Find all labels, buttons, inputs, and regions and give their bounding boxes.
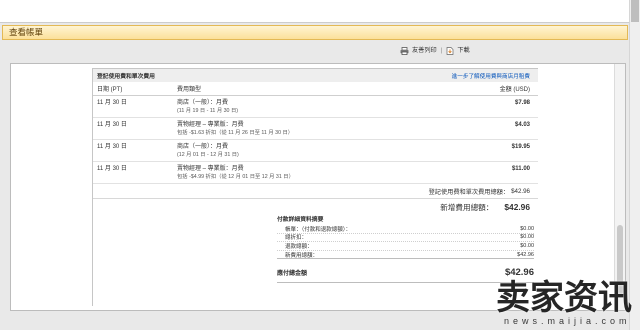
summary-row-label: 退款總額： — [285, 243, 313, 250]
fees-panel: 登記使用費和單次費用 進一步了解使用費與商店月租費 日期 (PT) 費用類型 金… — [92, 68, 538, 306]
frame-scrollbar[interactable] — [614, 64, 625, 310]
summary-row: 退款總額： $0.00 — [277, 242, 534, 251]
row-fee-name: 賣物經理 – 專業版：月費 — [177, 122, 244, 128]
fees-subtotal-value: $42.96 — [511, 187, 530, 195]
summary-row-value: $0.00 — [520, 242, 534, 249]
summary-row-value: $0.00 — [520, 234, 534, 241]
download-label: 下載 — [457, 47, 470, 54]
table-row: 11 月 30 日 賣物經理 – 專業版：月費 包括 -$1.63 折扣（從 1… — [93, 118, 538, 140]
row-fee-type: 賣物經理 – 專業版：月費 包括 -$1.63 折扣（從 11 月 26 日至 … — [177, 121, 468, 137]
printer-icon — [400, 46, 409, 55]
new-charges-value: $42.96 — [504, 202, 530, 212]
toolbar-separator: | — [440, 47, 443, 54]
table-row: 11 月 30 日 賣物經理 – 專業版：月費 包括 -$4.99 折扣（從 1… — [93, 162, 538, 184]
summary-row-label: 帳單：（付款和退款總額）： — [285, 226, 352, 233]
view-bill-header: 查看帳單 — [2, 25, 628, 40]
row-date: 11 月 30 日 — [97, 144, 127, 150]
fees-column-header: 日期 (PT) 費用類型 金額 (USD) — [93, 82, 538, 96]
fees-panel-header: 登記使用費和單次費用 進一步了解使用費與商店月租費 — [93, 69, 538, 82]
total-due-value: $42.96 — [504, 267, 534, 279]
column-fee-type: 費用類型 — [177, 87, 202, 93]
new-charges-label: 新增費用總額： — [440, 202, 494, 212]
payment-summary: 付款詳細資料摘要 帳單：（付款和退款總額）： $0.00 總折扣： $0.00 … — [277, 215, 538, 284]
row-fee-detail: 包括 -$4.99 折扣（從 12 月 01 日至 12 月 31 日） — [177, 174, 294, 180]
summary-row-value: $42.96 — [517, 251, 534, 258]
watermark-brand: 卖家资讯 — [496, 278, 632, 318]
row-fee-type: 賣物經理 – 專業版：月費 包括 -$4.99 折扣（從 12 月 01 日至 … — [177, 165, 468, 181]
row-fee-type: 商店（一般）：月費 (11 月 19 日 - 11 月 30 日) — [177, 99, 468, 115]
learn-more-fees-link[interactable]: 進一步了解使用費與商店月租費 — [452, 72, 530, 80]
summary-row: 總折扣： $0.00 — [277, 234, 534, 243]
table-row: 11 月 30 日 商店（一般）：月費 (11 月 19 日 - 11 月 30… — [93, 96, 538, 118]
row-fee-type: 商店（一般）：月費 (12 月 01 日 - 12 月 31 日) — [177, 143, 468, 159]
top-blank-area — [0, 0, 629, 23]
row-fee-detail: 包括 -$1.63 折扣（從 11 月 26 日至 11 月 30 日） — [177, 130, 294, 136]
row-amount: $7.98 — [514, 100, 530, 106]
page-title: 查看帳單 — [9, 27, 44, 37]
row-date: 11 月 30 日 — [97, 166, 127, 172]
total-due-label: 應付總金額 — [277, 271, 308, 278]
summary-row: 新費用總額： $42.96 — [277, 251, 534, 260]
summary-row-value: $0.00 — [520, 225, 534, 232]
bill-toolbar: 友善列印 | 下載 — [400, 45, 470, 56]
new-charges-total: 新增費用總額： $42.96 — [93, 199, 538, 215]
fees-subtotal-label: 登記使用費和單次費用總額： — [428, 188, 510, 196]
row-fee-name: 商店（一般）：月費 — [177, 100, 229, 106]
summary-row-label: 總折扣： — [285, 235, 308, 242]
column-amount: 金額 (USD) — [499, 87, 530, 93]
printer-friendly-link[interactable]: 友善列印 — [400, 45, 437, 56]
fees-section-title: 登記使用費和單次費用 — [97, 74, 155, 80]
download-link[interactable]: 下載 — [446, 45, 470, 56]
watermark-url: news.maijia.com — [504, 316, 631, 326]
row-amount: $4.03 — [514, 122, 530, 128]
summary-row: 帳單：（付款和退款總額）： $0.00 — [277, 225, 534, 234]
fees-subtotal: 登記使用費和單次費用總額： $42.96 — [93, 184, 538, 199]
page-scrollbar-thumb[interactable] — [631, 0, 639, 22]
row-fee-name: 商店（一般）：月費 — [177, 144, 229, 150]
row-fee-name: 賣物經理 – 專業版：月費 — [177, 166, 244, 172]
bill-frame: 登記使用費和單次費用 進一步了解使用費與商店月租費 日期 (PT) 費用類型 金… — [10, 63, 626, 311]
row-date: 11 月 30 日 — [97, 100, 127, 106]
row-amount: $11.00 — [511, 166, 530, 172]
table-row: 11 月 30 日 商店（一般）：月費 (12 月 01 日 - 12 月 31… — [93, 140, 538, 162]
row-amount: $19.95 — [511, 144, 530, 150]
download-icon — [446, 46, 454, 55]
row-fee-detail: (11 月 19 日 - 11 月 30 日) — [177, 108, 239, 114]
row-date: 11 月 30 日 — [97, 122, 127, 128]
printer-friendly-label: 友善列印 — [412, 47, 437, 54]
summary-row-label: 新費用總額： — [285, 252, 319, 259]
row-fee-detail: (12 月 01 日 - 12 月 31 日) — [177, 152, 239, 158]
payment-summary-title: 付款詳細資料摘要 — [277, 217, 324, 223]
page: 查看帳單 友善列印 | 下載 登記使用費和單次費用 進一步了解使用費與商店月租費… — [0, 0, 640, 330]
column-date: 日期 (PT) — [97, 87, 123, 93]
